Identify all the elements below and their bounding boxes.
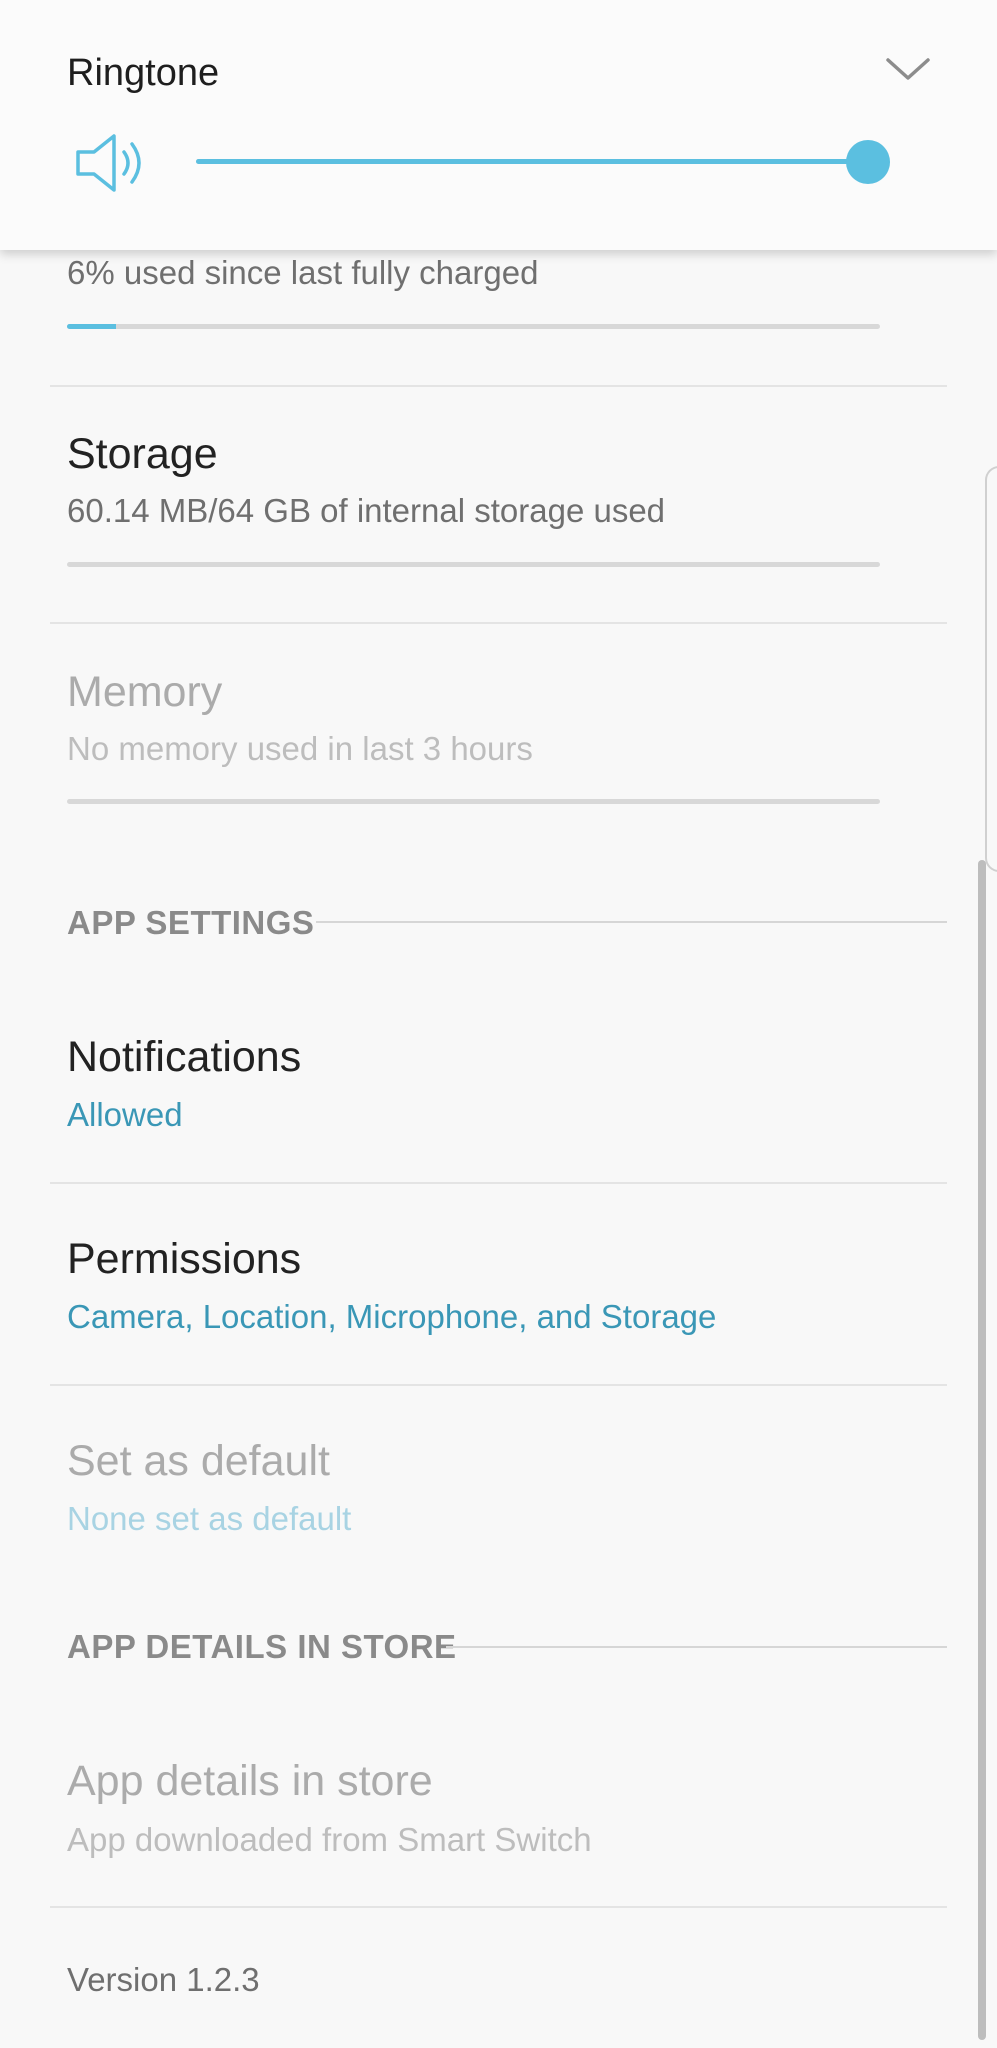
section-header-line — [446, 1646, 947, 1648]
section-header-app-details: APP DETAILS IN STORE — [67, 1628, 457, 1665]
speaker-volume-icon[interactable] — [74, 130, 148, 196]
app-info-screen: 6% used since last fully charged Storage… — [0, 0, 997, 2048]
set-as-default-title: Set as default — [67, 1437, 330, 1485]
version-text: Version 1.2.3 — [67, 1961, 260, 1998]
battery-usage-bar-fill — [67, 324, 116, 329]
permissions-row[interactable] — [50, 1184, 947, 1384]
notifications-status: Allowed — [67, 1096, 183, 1133]
storage-subtitle: 60.14 MB/64 GB of internal storage used — [67, 492, 666, 529]
permissions-title: Permissions — [67, 1235, 302, 1283]
volume-slider-thumb[interactable] — [846, 140, 890, 184]
volume-panel: Ringtone — [0, 0, 997, 250]
app-details-subtitle: App downloaded from Smart Switch — [67, 1821, 592, 1858]
memory-subtitle: No memory used in last 3 hours — [67, 730, 533, 767]
divider — [50, 1906, 947, 1908]
app-details-row — [50, 1710, 947, 1906]
notifications-title: Notifications — [67, 1033, 302, 1081]
chevron-down-icon[interactable] — [882, 50, 934, 90]
storage-title: Storage — [67, 430, 218, 478]
storage-usage-bar — [67, 562, 880, 567]
scrollbar[interactable] — [978, 860, 986, 2040]
set-as-default-status: None set as default — [67, 1500, 352, 1537]
battery-usage-bar — [67, 324, 880, 329]
edge-panel-handle[interactable] — [985, 466, 997, 872]
section-header-app-settings: APP SETTINGS — [67, 904, 315, 941]
volume-slider-fill — [196, 159, 868, 164]
section-header-line — [316, 921, 947, 923]
app-details-title: App details in store — [67, 1757, 433, 1805]
volume-slider[interactable] — [196, 140, 890, 184]
notifications-row[interactable] — [50, 990, 947, 1182]
battery-usage-text: 6% used since last fully charged — [67, 254, 539, 291]
volume-stream-title: Ringtone — [67, 52, 220, 94]
permissions-list: Camera, Location, Microphone, and Storag… — [67, 1298, 717, 1335]
memory-title: Memory — [67, 668, 223, 716]
memory-usage-bar — [67, 799, 880, 804]
